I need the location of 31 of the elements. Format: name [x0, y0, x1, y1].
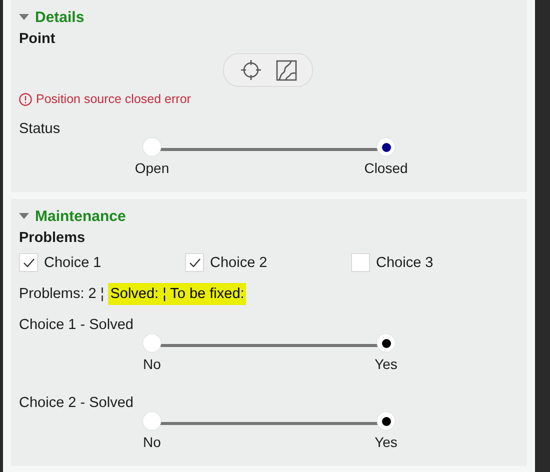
checkmark-icon — [188, 258, 200, 268]
option-label: Yes — [374, 356, 398, 372]
section-title[interactable]: Details — [35, 8, 84, 26]
field-label: Status — [19, 121, 60, 137]
option-label: Yes — [374, 434, 398, 450]
option-label: Closed — [364, 160, 408, 176]
collapse-caret-icon[interactable] — [19, 213, 29, 219]
checkbox-label: Choice 2 — [210, 254, 268, 270]
summary-text: Problems: 2 ¦ Solved: ¦ To be fixed: — [19, 286, 519, 302]
option-knob[interactable] — [377, 138, 395, 156]
checkbox[interactable] — [351, 253, 370, 272]
option-label: No — [143, 434, 161, 450]
field-heading: Problems — [19, 230, 86, 246]
crosshair-icon[interactable] — [240, 59, 262, 81]
option-knob[interactable] — [377, 334, 395, 352]
error-message: Position source closed error — [36, 92, 191, 106]
checkbox[interactable] — [185, 253, 204, 272]
section-title[interactable]: Maintenance — [35, 208, 126, 224]
checkmark-icon — [22, 258, 34, 268]
option-label: No — [143, 356, 161, 372]
field-label: Choice 2 - Solved — [19, 395, 134, 411]
option-label: Open — [134, 160, 170, 176]
warning-circle-icon — [19, 92, 32, 106]
checkbox[interactable] — [19, 253, 38, 272]
collapse-caret-icon[interactable] — [19, 14, 29, 20]
checkbox-label: Choice 3 — [376, 254, 434, 270]
option-knob[interactable] — [377, 412, 395, 430]
field-label: Choice 1 - Solved — [19, 317, 134, 333]
checkbox-label: Choice 1 — [44, 254, 102, 270]
field-heading: Point — [19, 31, 56, 47]
map-icon[interactable] — [276, 60, 296, 80]
